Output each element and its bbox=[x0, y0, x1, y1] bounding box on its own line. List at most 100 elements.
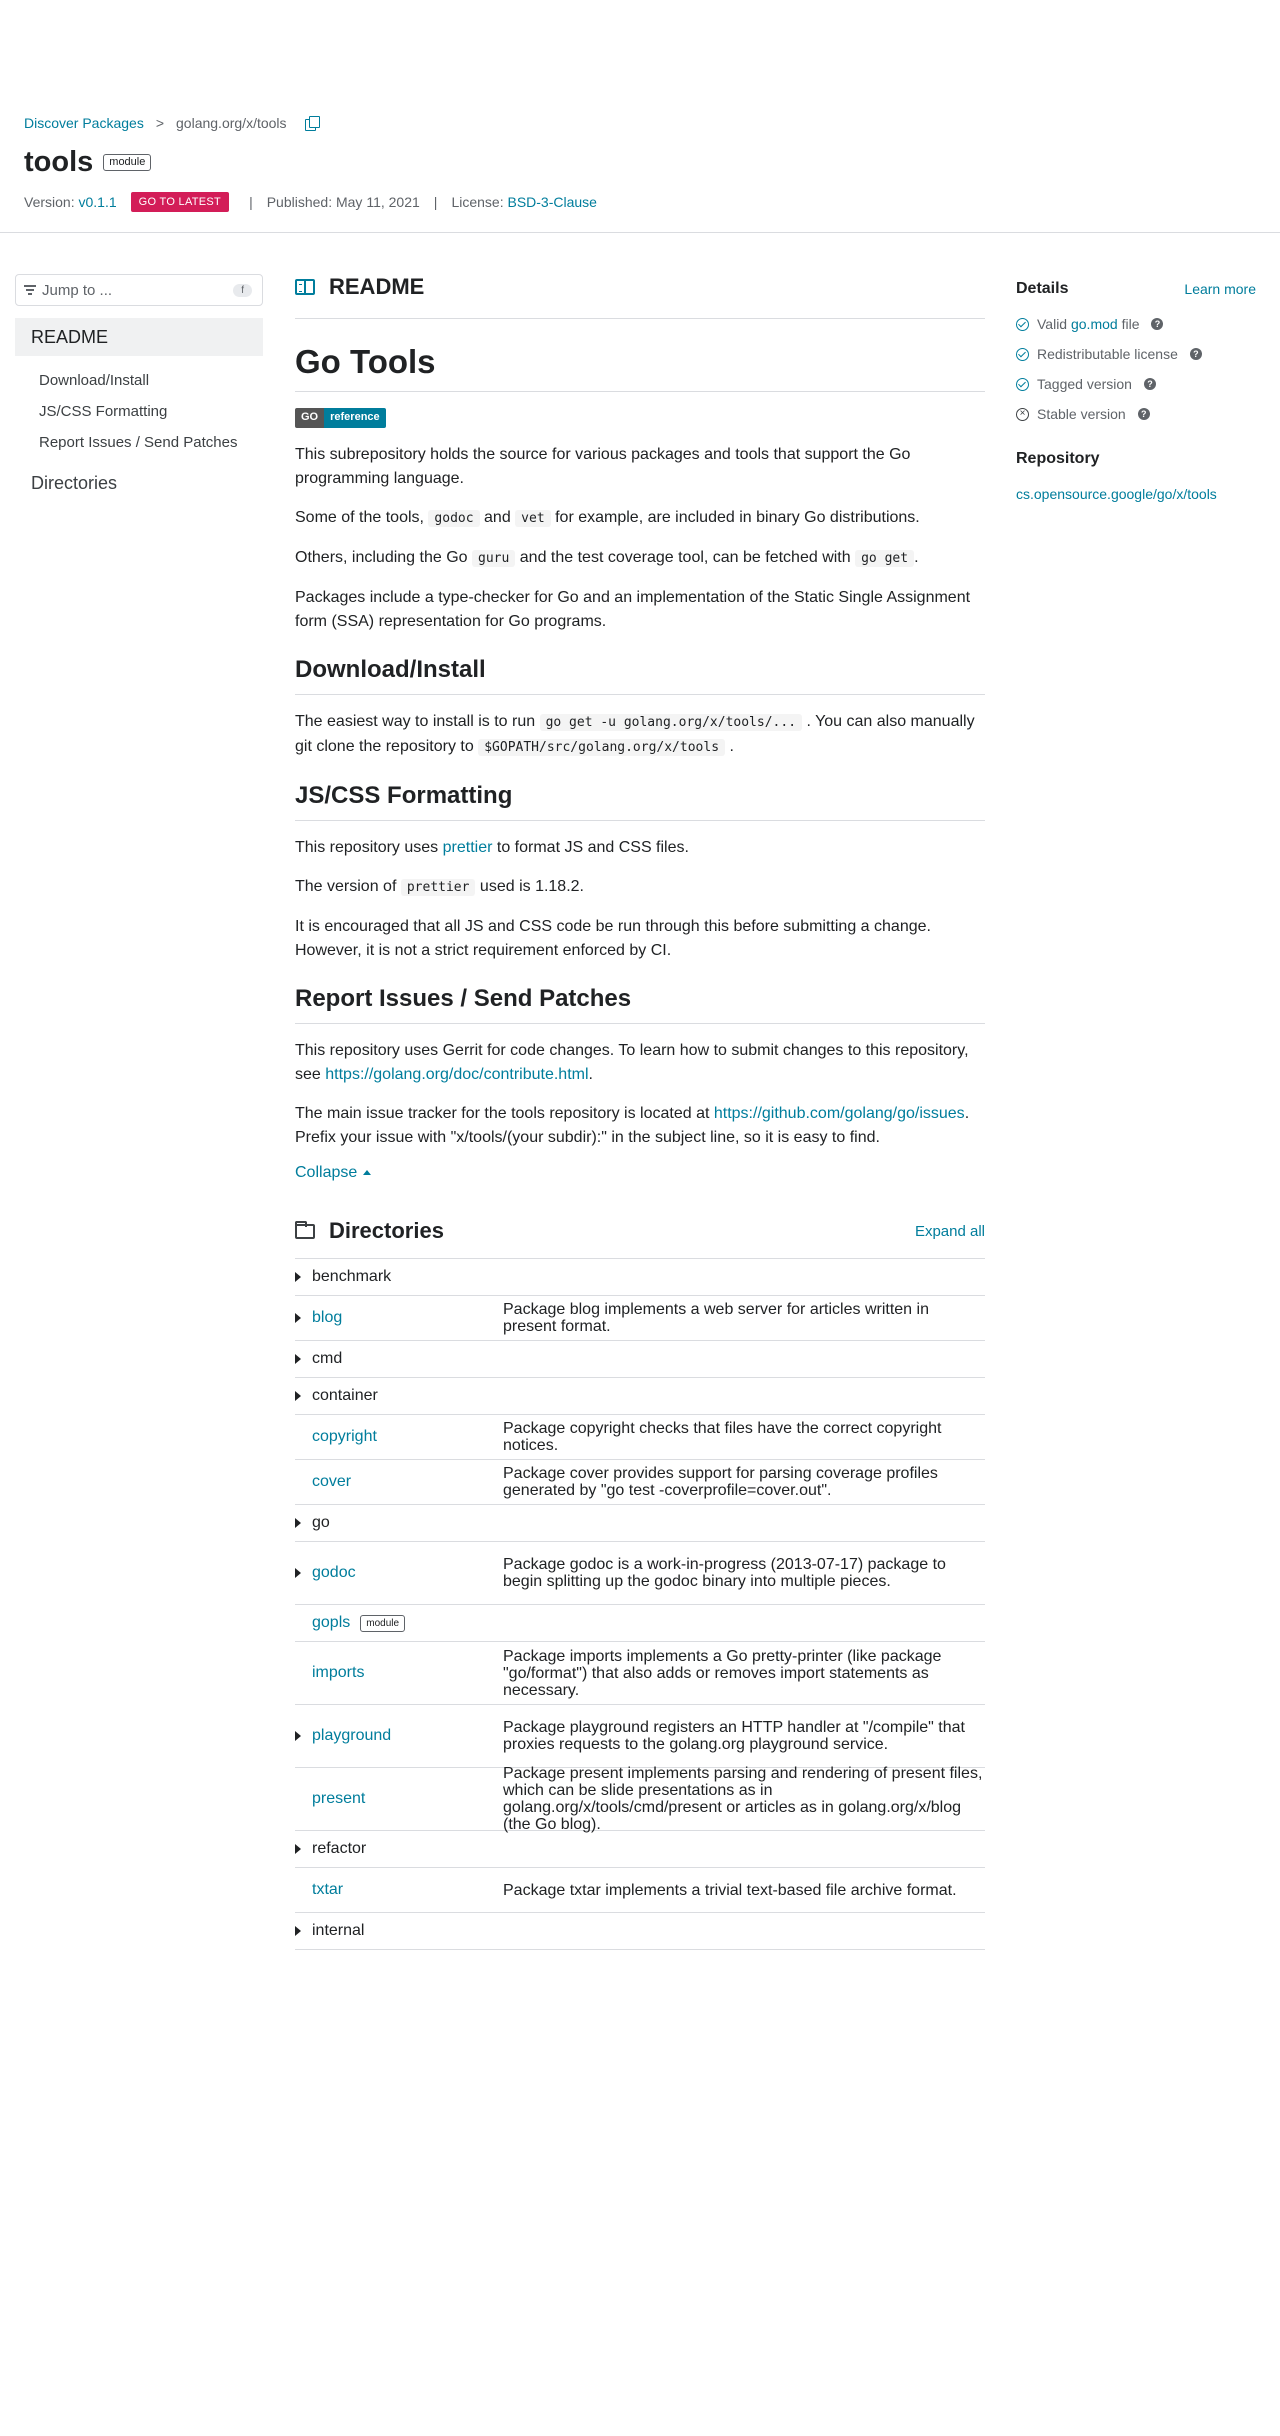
text: and bbox=[484, 509, 511, 526]
go-reference-badge[interactable]: GO reference bbox=[295, 408, 386, 428]
heading-report-issues: Report Issues / Send Patches bbox=[295, 985, 985, 1024]
go-to-latest-button[interactable]: GO TO LATEST bbox=[130, 192, 230, 212]
nav-item-report-issues[interactable]: Report Issues / Send Patches bbox=[15, 434, 263, 451]
left-nav: Jump to ... f README Download/Install JS… bbox=[15, 274, 263, 494]
directory-name[interactable]: refactor bbox=[312, 1840, 366, 1858]
directories-header: Directories Expand all bbox=[295, 1218, 985, 1259]
x-circle-icon: × bbox=[1016, 407, 1029, 421]
expand-caret-icon[interactable] bbox=[295, 1568, 301, 1578]
directory-description: Package cover provides support for parsi… bbox=[503, 1465, 938, 1499]
help-icon[interactable]: ? bbox=[1151, 318, 1164, 330]
directory-name-cell: imports bbox=[295, 1664, 503, 1682]
text: Some of the tools, bbox=[295, 509, 424, 526]
directory-name[interactable]: container bbox=[312, 1387, 378, 1405]
inline-code: $GOPATH/src/golang.org/x/tools bbox=[478, 739, 726, 756]
copy-icon[interactable] bbox=[304, 116, 320, 131]
expand-caret-icon[interactable] bbox=[295, 1354, 301, 1364]
license-link[interactable]: BSD-3-Clause bbox=[507, 194, 596, 210]
text: The version of bbox=[295, 878, 397, 895]
directory-row: cmd bbox=[295, 1341, 985, 1378]
expand-caret-icon[interactable] bbox=[295, 1926, 301, 1936]
license-label: License: bbox=[451, 194, 504, 210]
help-icon[interactable]: ? bbox=[1189, 348, 1202, 360]
repository-heading: Repository bbox=[1016, 450, 1100, 467]
repository-link[interactable]: cs.opensource.google/go/x/tools bbox=[1016, 486, 1217, 502]
keyboard-shortcut-badge: f bbox=[233, 284, 252, 297]
directory-name[interactable]: gopls bbox=[312, 1614, 350, 1632]
nav-item-download-install[interactable]: Download/Install bbox=[15, 372, 263, 389]
directory-row: cover Package cover provides support for … bbox=[295, 1460, 985, 1505]
directory-name[interactable]: imports bbox=[312, 1664, 364, 1682]
expand-caret-icon[interactable] bbox=[295, 1844, 301, 1854]
directory-row: gopls module bbox=[295, 1605, 985, 1642]
expand-caret-icon[interactable] bbox=[295, 1391, 301, 1401]
directory-name-cell: gopls module bbox=[295, 1614, 503, 1632]
repository-row: cs.opensource.google/go/x/tools bbox=[1016, 486, 1256, 502]
collapse-label: Collapse bbox=[295, 1164, 358, 1181]
detail-valid-go-mod: Valid go.mod file ? bbox=[1016, 316, 1256, 332]
directory-name[interactable]: godoc bbox=[312, 1564, 356, 1582]
directory-name-cell: refactor bbox=[295, 1840, 503, 1858]
directory-name[interactable]: go bbox=[312, 1514, 330, 1532]
directory-row: refactor bbox=[295, 1831, 985, 1868]
directory-name[interactable]: cmd bbox=[312, 1350, 342, 1368]
readme-paragraph: The version of prettier used is 1.18.2. bbox=[295, 875, 985, 900]
detail-text: Redistributable license bbox=[1037, 346, 1178, 362]
directory-name-cell: benchmark bbox=[295, 1268, 503, 1286]
nav-item-readme[interactable]: README bbox=[15, 318, 263, 356]
breadcrumb-discover-packages[interactable]: Discover Packages bbox=[24, 115, 144, 131]
issues-link[interactable]: https://github.com/golang/go/issues bbox=[714, 1105, 965, 1122]
repository-header: Repository bbox=[1016, 450, 1256, 468]
jump-to-input[interactable]: Jump to ... f bbox=[15, 274, 263, 306]
details-panel: Details Learn more Valid go.mod file ? R… bbox=[1016, 280, 1256, 502]
directory-description: Package blog implements a web server for… bbox=[503, 1301, 929, 1335]
directory-name[interactable]: txtar bbox=[312, 1881, 343, 1899]
directory-name[interactable]: present bbox=[312, 1790, 365, 1808]
nav-item-directories[interactable]: Directories bbox=[15, 473, 263, 494]
text: The main issue tracker for the tools rep… bbox=[295, 1105, 710, 1122]
learn-more-link[interactable]: Learn more bbox=[1184, 281, 1256, 297]
directory-name[interactable]: benchmark bbox=[312, 1268, 391, 1286]
expand-caret-icon[interactable] bbox=[295, 1272, 301, 1282]
readme-paragraph: Packages include a type-checker for Go a… bbox=[295, 589, 971, 630]
readme-paragraph: This subrepository holds the source for … bbox=[295, 446, 911, 487]
prettier-link[interactable]: prettier bbox=[443, 839, 493, 856]
detail-text: Tagged version bbox=[1037, 376, 1132, 392]
directories-list: benchmark blog Package blog implements a w… bbox=[295, 1259, 985, 1950]
readme-paragraph: Others, including the Go guru and the te… bbox=[295, 546, 985, 571]
version-link[interactable]: v0.1.1 bbox=[78, 194, 116, 210]
text: This repository uses bbox=[295, 839, 439, 856]
module-badge: module bbox=[360, 1614, 406, 1632]
folder-icon bbox=[295, 1220, 315, 1239]
directory-row: benchmark bbox=[295, 1259, 985, 1296]
help-icon[interactable]: ? bbox=[1137, 408, 1150, 420]
directory-name[interactable]: internal bbox=[312, 1922, 364, 1940]
breadcrumb-current: golang.org/x/tools bbox=[176, 115, 287, 131]
expand-caret-icon[interactable] bbox=[295, 1518, 301, 1528]
inline-code: go get bbox=[855, 550, 915, 567]
check-circle-icon bbox=[1016, 317, 1029, 331]
nav-item-js-css-formatting[interactable]: JS/CSS Formatting bbox=[15, 403, 263, 420]
expand-caret-icon[interactable] bbox=[295, 1313, 301, 1323]
go-logo-badge: GO bbox=[295, 408, 325, 428]
page-title: tools bbox=[24, 146, 94, 178]
filter-icon bbox=[24, 285, 36, 295]
breadcrumb: Discover Packages > golang.org/x/tools bbox=[24, 115, 320, 131]
directory-name[interactable]: copyright bbox=[312, 1428, 377, 1446]
collapse-readme-button[interactable]: Collapse bbox=[295, 1164, 372, 1182]
text: file bbox=[1121, 316, 1140, 332]
main-content: README Go Tools GO reference This subrep… bbox=[295, 274, 985, 1950]
directory-name[interactable]: cover bbox=[312, 1473, 351, 1491]
readme-paragraph: This repository uses prettier to format … bbox=[295, 836, 985, 860]
go-mod-link[interactable]: go.mod bbox=[1071, 316, 1118, 332]
contribute-link[interactable]: https://golang.org/doc/contribute.html bbox=[325, 1066, 588, 1083]
help-icon[interactable]: ? bbox=[1143, 378, 1156, 390]
directory-name-cell: internal bbox=[295, 1922, 503, 1940]
details-heading: Details bbox=[1016, 280, 1069, 297]
detail-tagged-version: Tagged version ? bbox=[1016, 376, 1256, 392]
expand-caret-icon[interactable] bbox=[295, 1731, 301, 1741]
expand-all-button[interactable]: Expand all bbox=[915, 1223, 985, 1240]
directory-name[interactable]: blog bbox=[312, 1309, 342, 1327]
directory-name[interactable]: playground bbox=[312, 1727, 391, 1745]
directory-row: present Package present implements parsin… bbox=[295, 1765, 985, 1833]
